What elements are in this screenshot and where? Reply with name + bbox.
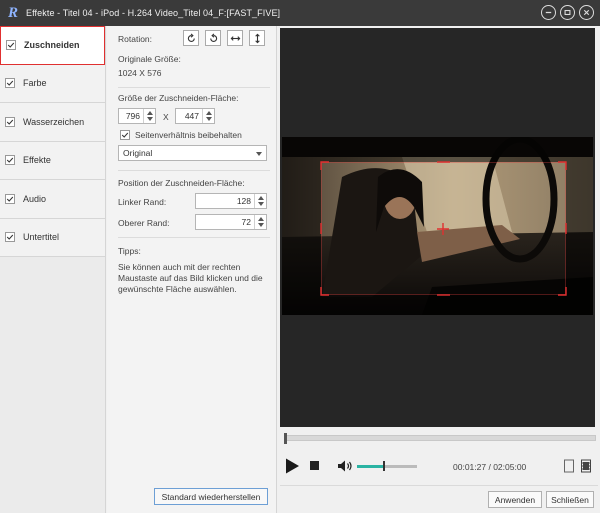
sidebar-item-audio[interactable]: Audio <box>0 180 105 219</box>
sidebar-item-label: Wasserzeichen <box>23 116 85 127</box>
flip-horizontal-icon <box>230 35 240 41</box>
app-logo-icon: R <box>7 4 18 21</box>
checkbox[interactable] <box>5 232 15 243</box>
top-margin-value: 72 <box>241 217 251 227</box>
video-frame[interactable] <box>282 137 593 315</box>
crop-height-stepper[interactable]: 447 <box>175 108 215 124</box>
flip-horizontal-button[interactable] <box>227 30 243 46</box>
play-icon[interactable] <box>283 457 301 475</box>
footer-divider <box>280 485 598 486</box>
video-preview-area[interactable] <box>280 28 595 427</box>
close-icon <box>583 9 590 16</box>
keep-ratio-checkbox[interactable] <box>120 130 130 140</box>
checkmark-icon <box>6 234 14 241</box>
checkmark-icon <box>6 196 14 202</box>
checkbox[interactable] <box>5 78 15 89</box>
rotation-label: Rotation: <box>118 34 153 44</box>
tips-label: Tipps: <box>118 246 141 256</box>
volume-level-fill <box>357 465 384 468</box>
checkbox[interactable] <box>5 193 15 204</box>
tips-text: Sie können auch mit der rechten Maustast… <box>118 262 263 294</box>
top-margin-label: Oberer Rand: <box>118 218 170 228</box>
divider <box>118 237 270 238</box>
current-time: 00:01:27 <box>453 462 487 472</box>
sidebar-item-label: Untertitel <box>23 232 60 243</box>
top-margin-stepper[interactable]: 72 <box>195 214 267 230</box>
original-view-icon[interactable] <box>563 459 575 473</box>
crop-width-stepper[interactable]: 796 <box>118 108 156 124</box>
sidebar-item-label: Zuschneiden <box>24 40 80 51</box>
total-time: 02:05:00 <box>493 462 527 472</box>
original-size-value: 1024 X 576 <box>118 68 162 78</box>
stop-icon[interactable] <box>310 461 319 470</box>
sidebar-item-label: Audio <box>23 193 47 204</box>
divider <box>118 87 270 88</box>
crop-width-value: 796 <box>125 111 140 121</box>
sidebar-item-label: Effekte <box>23 155 51 166</box>
divider <box>118 170 270 171</box>
seek-handle[interactable] <box>284 433 287 444</box>
left-margin-stepper[interactable]: 128 <box>195 193 267 209</box>
minimize-button[interactable] <box>541 5 556 20</box>
apply-button[interactable]: Anwenden <box>488 491 542 508</box>
rotate-clockwise-icon <box>187 33 195 42</box>
playback-time: 00:01:27 / 02:05:00 <box>453 462 526 472</box>
crop-height-value: 447 <box>184 111 199 121</box>
original-size-label: Originale Größe: <box>118 54 181 64</box>
sidebar-item-zuschneiden[interactable]: Zuschneiden <box>0 26 105 65</box>
rotate-counterclockwise-icon <box>209 33 217 42</box>
checkbox[interactable] <box>5 116 15 127</box>
size-separator: X <box>163 112 169 122</box>
crop-settings-panel: Rotation: Originale Größe: 1024 X 576 Gr… <box>107 26 277 513</box>
left-margin-label: Linker Rand: <box>118 197 167 207</box>
sidebar-item-untertitel[interactable]: Untertitel <box>0 218 105 257</box>
maximize-button[interactable] <box>560 5 575 20</box>
stepper-arrows[interactable] <box>202 109 214 123</box>
seek-bar[interactable] <box>284 435 596 441</box>
checkbox[interactable] <box>6 40 16 51</box>
flip-vertical-icon <box>254 33 260 43</box>
sidebar-item-label: Farbe <box>23 78 47 89</box>
window-title: Effekte - Titel 04 - iPod - H.264 Video_… <box>26 8 281 18</box>
maximize-icon <box>564 9 571 16</box>
minimize-icon <box>545 11 552 14</box>
checkbox[interactable] <box>5 155 15 166</box>
aspect-ratio-value: Original <box>123 148 153 158</box>
checkmark-icon <box>7 42 15 49</box>
stepper-arrows[interactable] <box>254 215 266 229</box>
close-button[interactable]: Schließen <box>546 491 594 508</box>
crop-area-size-label: Größe der Zuschneiden-Fläche: <box>118 93 239 103</box>
chevron-down-icon <box>256 152 262 156</box>
stepper-arrows[interactable] <box>254 194 266 208</box>
stepper-arrows[interactable] <box>143 109 155 123</box>
aspect-ratio-select[interactable]: Original <box>118 145 267 161</box>
flip-vertical-button[interactable] <box>249 30 265 46</box>
checkmark-icon <box>121 132 129 138</box>
close-window-button[interactable] <box>579 5 594 20</box>
left-margin-value: 128 <box>236 196 251 206</box>
output-preview-icon[interactable] <box>580 459 592 473</box>
checkmark-icon <box>6 157 14 164</box>
title-bar: R Effekte - Titel 04 - iPod - H.264 Vide… <box>0 0 600 26</box>
sidebar-item-farbe[interactable]: Farbe <box>0 64 105 103</box>
keep-ratio-row[interactable]: Seitenverhältnis beibehalten <box>120 130 242 140</box>
checkmark-icon <box>6 80 14 87</box>
volume-icon[interactable] <box>337 459 353 473</box>
rotate-clockwise-button[interactable] <box>183 30 199 46</box>
restore-defaults-button[interactable]: Standard wiederherstellen <box>154 488 268 505</box>
sidebar-item-effekte[interactable]: Effekte <box>0 141 105 180</box>
keep-ratio-label: Seitenverhältnis beibehalten <box>135 130 242 140</box>
crop-handles[interactable] <box>282 137 593 315</box>
crop-position-label: Position der Zuschneiden-Fläche: <box>118 178 245 188</box>
checkmark-icon <box>6 119 14 125</box>
rotate-counterclockwise-button[interactable] <box>205 30 221 46</box>
volume-slider-handle[interactable] <box>383 461 385 471</box>
sidebar-item-wasserzeichen[interactable]: Wasserzeichen <box>0 103 105 142</box>
effects-sidebar: Zuschneiden Farbe Wasserzeichen Effekte … <box>0 26 106 513</box>
